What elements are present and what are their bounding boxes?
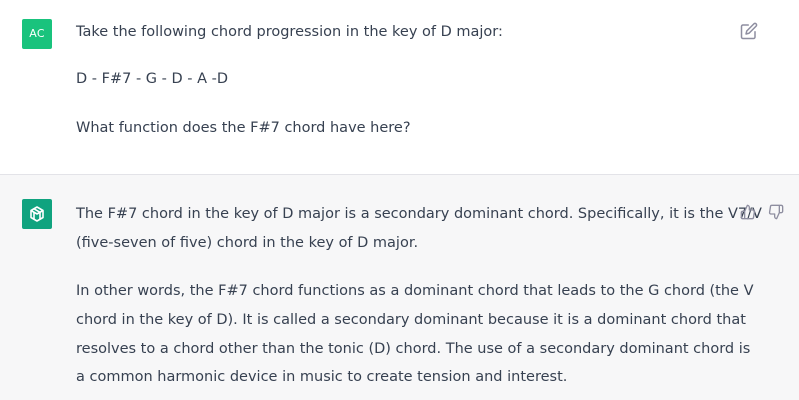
- user-message-line-2: D - F#7 - G - D - A -D: [76, 71, 229, 87]
- user-message-line-3: What function does the F#7 chord have he…: [76, 120, 411, 136]
- assistant-p2-line-1: In other words, the F#7 chord functions …: [76, 283, 754, 299]
- assistant-p1-line-1: The F#7 chord in the key of D major is a…: [76, 206, 762, 222]
- user-message-line-1: Take the following chord progression in …: [76, 24, 503, 40]
- chat-page: AC Take the following chord progression …: [0, 0, 799, 400]
- assistant-avatar: [22, 199, 52, 229]
- assistant-p2-line-2: chord in the key of D). It is called a s…: [76, 312, 746, 328]
- thumbs-down-icon[interactable]: [768, 204, 786, 222]
- assistant-p1-line-2: (five-seven of five) chord in the key of…: [76, 235, 419, 251]
- assistant-p2-line-4: a common harmonic device in music to cre…: [76, 369, 568, 385]
- assistant-p2-line-3: resolves to a chord other than the tonic…: [76, 341, 751, 357]
- thumbs-up-icon[interactable]: [740, 204, 758, 222]
- edit-icon[interactable]: [740, 22, 758, 40]
- user-avatar: AC: [22, 19, 52, 49]
- openai-logo-icon: [30, 206, 44, 222]
- user-message-row: AC Take the following chord progression …: [0, 0, 799, 174]
